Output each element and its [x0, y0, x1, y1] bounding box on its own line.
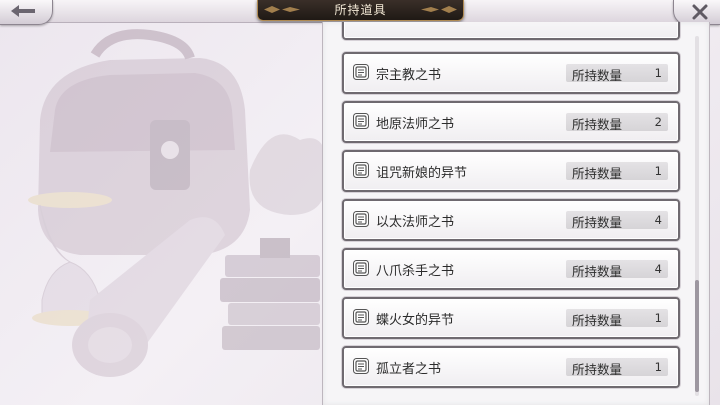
quantity-value: 1: [654, 360, 662, 374]
list-item[interactable]: 蝶火女的异节 所持数量 1: [342, 297, 680, 339]
close-x-icon: [692, 4, 708, 20]
quantity-label: 所持数量: [572, 166, 623, 181]
list-item[interactable]: 以太法师之书 所持数量 4: [342, 199, 680, 241]
item-name: 八爪杀手之书: [376, 264, 455, 279]
list-item[interactable]: 宗主教之书 所持数量 1: [342, 52, 680, 94]
quantity-label: 所持数量: [572, 215, 623, 230]
quantity-box: 所持数量 1: [566, 309, 668, 328]
book-icon: [353, 113, 369, 129]
quantity-box: 所持数量 4: [566, 211, 668, 230]
quantity-box: 所持数量 1: [566, 162, 668, 181]
list-item[interactable]: 八爪杀手之书 所持数量 4: [342, 248, 680, 290]
item-name: 宗主教之书: [376, 68, 442, 83]
list-item-partial[interactable]: [342, 22, 680, 40]
book-icon: [353, 211, 369, 227]
quantity-value: 4: [654, 213, 662, 227]
quantity-box: 所持数量 1: [566, 64, 668, 83]
quantity-label: 所持数量: [572, 117, 623, 132]
quantity-box: 所持数量 2: [566, 113, 668, 132]
quantity-value: 2: [654, 115, 662, 129]
ornament-right-icon: [421, 6, 457, 13]
item-name: 地原法师之书: [376, 117, 455, 132]
list-item[interactable]: 地原法师之书 所持数量 2: [342, 101, 680, 143]
title-plate: 所持道具: [257, 0, 464, 21]
quantity-box: 所持数量 4: [566, 260, 668, 279]
book-icon: [353, 309, 369, 325]
quantity-label: 所持数量: [572, 264, 623, 279]
quantity-label: 所持数量: [572, 68, 623, 83]
book-icon: [353, 64, 369, 80]
list-item[interactable]: 诅咒新娘的异节 所持数量 1: [342, 150, 680, 192]
book-icon: [353, 162, 369, 178]
quantity-value: 1: [654, 311, 662, 325]
scrollbar-thumb[interactable]: [695, 280, 699, 392]
list-item[interactable]: 孤立者之书 所持数量 1: [342, 346, 680, 388]
inventory-list-panel[interactable]: 宗主教之书 所持数量 1 地原法师之书 所持数量 2 诅咒新娘的异节 所持数量 1 以太法师之书所…: [322, 22, 710, 405]
quantity-value: 4: [654, 262, 662, 276]
back-button[interactable]: [0, 0, 53, 25]
quantity-value: 1: [654, 66, 662, 80]
quantity-label: 所持数量: [572, 362, 623, 377]
item-name: 以太法师之书: [376, 215, 455, 230]
item-name: 蝶火女的异节: [376, 313, 455, 328]
item-name: 孤立者之书: [376, 362, 442, 377]
book-icon: [353, 260, 369, 276]
item-name: 诅咒新娘的异节: [376, 166, 468, 181]
quantity-value: 1: [654, 164, 662, 178]
book-icon: [353, 358, 369, 374]
quantity-box: 所持数量 1: [566, 358, 668, 377]
quantity-label: 所持数量: [572, 313, 623, 328]
arrow-left-icon: [11, 5, 35, 17]
